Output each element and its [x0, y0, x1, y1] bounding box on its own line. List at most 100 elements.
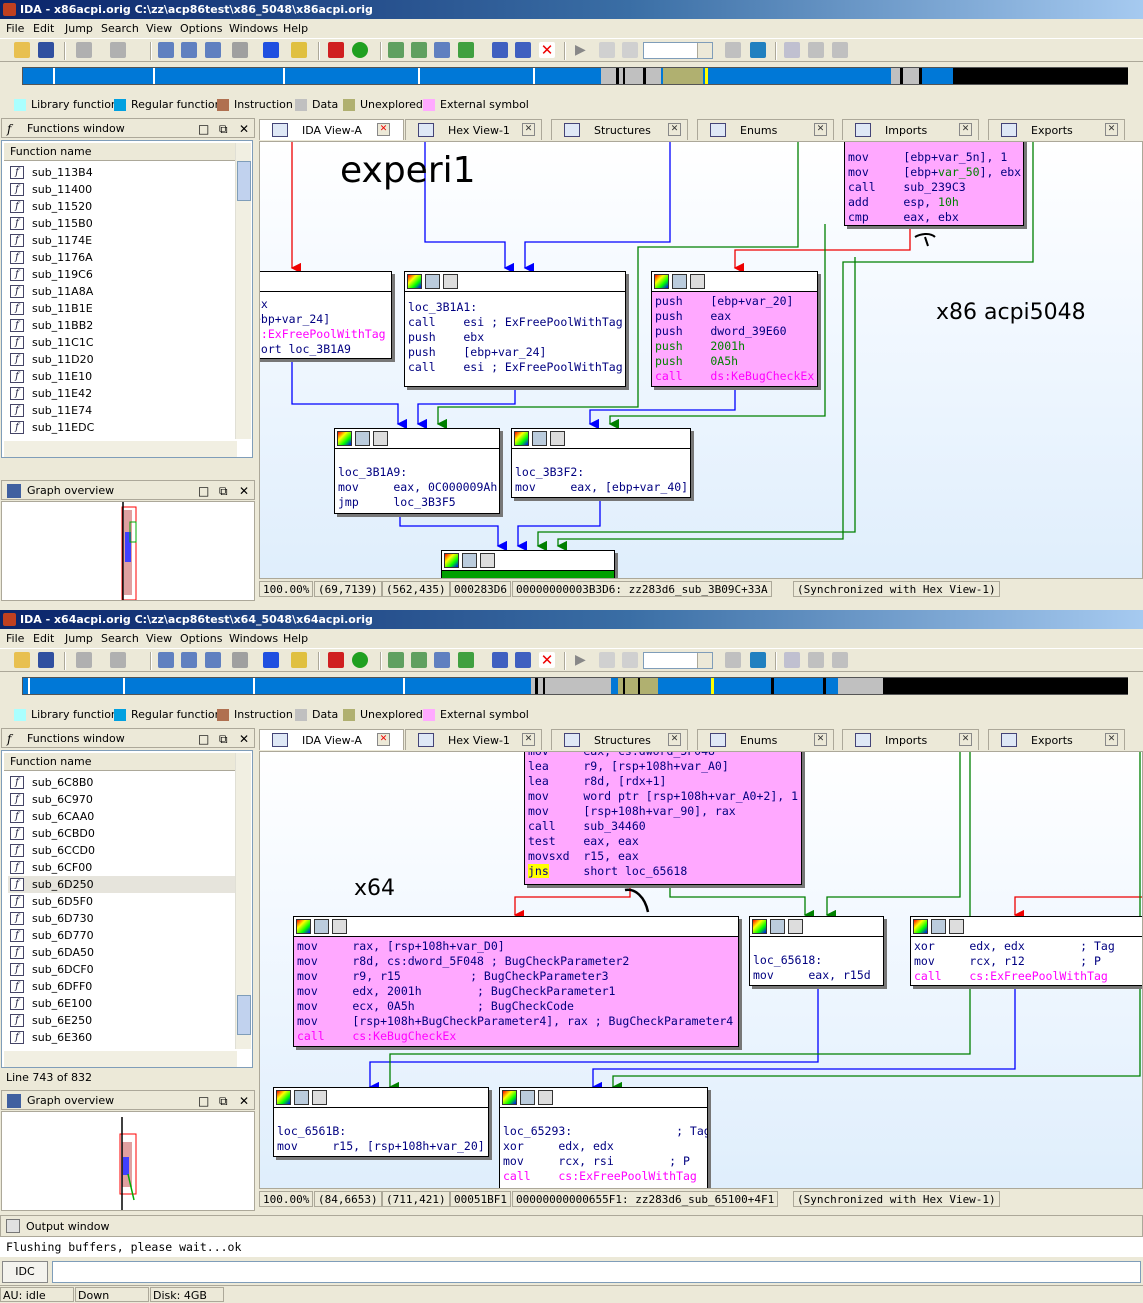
binary-search-icon[interactable]	[158, 42, 174, 58]
functions-list[interactable]: Function name f sub_113B4 f sub_11400 f sub_1…	[1, 140, 253, 458]
enum-icon[interactable]	[492, 42, 508, 58]
function-list-item[interactable]: f sub_6CF00	[8, 859, 238, 876]
function-list-item[interactable]: f sub_1174E	[8, 232, 238, 249]
save-icon[interactable]	[38, 42, 54, 58]
function-list-item[interactable]: f sub_113B4	[8, 164, 238, 181]
tab-enums[interactable]: Enums ✕	[697, 729, 834, 750]
function-list-item[interactable]: f sub_6CBD0	[8, 825, 238, 842]
column-header-function-name[interactable]: Function name	[4, 753, 238, 771]
graph-view[interactable]: experi1 x86 acpi5048 mov [ebp+var_5n], 1…	[259, 141, 1143, 579]
text-search-icon[interactable]	[181, 42, 197, 58]
menu-file[interactable]: File	[6, 19, 24, 38]
menu-windows[interactable]: Windows	[229, 629, 278, 648]
code-block[interactable]: xor edx, edx ; Tag mov rcx, r12 ; P call…	[910, 916, 1142, 986]
stop-script-icon[interactable]	[328, 652, 344, 668]
graph-overview-minimap[interactable]	[2, 502, 254, 601]
tab-close-icon[interactable]: ✕	[377, 733, 390, 746]
tab-imports[interactable]: Imports ✕	[842, 119, 979, 140]
code-block[interactable]: ox ebp+var_24] s:ExFreePoolWithTag hort …	[260, 271, 392, 359]
function-list-item[interactable]: f sub_6E100	[8, 995, 238, 1012]
down-arrow-icon[interactable]	[263, 42, 279, 58]
menu-windows[interactable]: Windows	[229, 19, 278, 38]
run-script-icon[interactable]	[352, 42, 368, 58]
function-list-item[interactable]: f sub_11B1E	[8, 300, 238, 317]
graph-overview-minimap[interactable]	[2, 1112, 254, 1210]
back-arrow-icon[interactable]	[76, 652, 92, 668]
tab-structures[interactable]: Structures ✕	[551, 729, 688, 750]
pause-icon[interactable]	[599, 652, 615, 668]
menu-edit[interactable]: Edit	[33, 19, 54, 38]
attach-icon[interactable]	[725, 42, 741, 58]
float-icon[interactable]: □	[198, 729, 209, 749]
tab-exports[interactable]: Exports ✕	[988, 119, 1125, 140]
delete-breakpoint-icon[interactable]	[832, 652, 848, 668]
menu-view[interactable]: View	[146, 629, 172, 648]
down-arrow-icon[interactable]	[263, 652, 279, 668]
functions-list[interactable]: Function name f sub_6C8B0 f sub_6C970 f sub_6…	[1, 750, 253, 1068]
debugger-select[interactable]	[643, 42, 713, 59]
close-icon[interactable]: ✕	[239, 481, 249, 501]
code-icon[interactable]	[388, 42, 404, 58]
function-list-item[interactable]: f sub_11BB2	[8, 317, 238, 334]
graph-icon[interactable]	[784, 652, 800, 668]
tab-enums[interactable]: Enums ✕	[697, 119, 834, 140]
code-block[interactable]: loc_65618: mov eax, r15d	[749, 916, 884, 986]
close-icon[interactable]: ✕	[239, 119, 249, 139]
function-list-item[interactable]: f sub_11E74	[8, 402, 238, 419]
function-list-item[interactable]: f sub_11D20	[8, 351, 238, 368]
float-icon[interactable]: □	[198, 1091, 209, 1111]
struct-icon[interactable]	[458, 652, 474, 668]
tab-close-icon[interactable]: ✕	[522, 733, 535, 746]
command-input[interactable]	[52, 1261, 1141, 1283]
dock-icon[interactable]: ⧉	[219, 481, 228, 501]
tab-close-icon[interactable]: ✕	[814, 123, 827, 136]
dock-icon[interactable]: ⧉	[219, 729, 228, 749]
code-block[interactable]: loc_3B1A1: call esi ; ExFreePoolWithTag …	[404, 271, 626, 387]
tab-exports[interactable]: Exports ✕	[988, 729, 1125, 750]
stop-icon[interactable]	[622, 652, 638, 668]
debug-icon[interactable]	[291, 42, 307, 58]
debugger-select[interactable]	[643, 652, 713, 669]
tab-ida-view-a[interactable]: IDA View-A ✕	[259, 119, 404, 140]
float-icon[interactable]: □	[198, 481, 209, 501]
menu-help[interactable]: Help	[283, 19, 308, 38]
function-list-item[interactable]: f sub_6E360	[8, 1029, 238, 1046]
stop-script-icon[interactable]	[328, 42, 344, 58]
step-icon[interactable]	[750, 652, 766, 668]
menu-jump[interactable]: Jump	[65, 19, 93, 38]
back-arrow-icon[interactable]	[76, 42, 92, 58]
function-list-item[interactable]: f sub_115B0	[8, 215, 238, 232]
close-icon[interactable]: ✕	[239, 729, 249, 749]
menu-options[interactable]: Options	[180, 629, 222, 648]
debug-icon[interactable]	[291, 652, 307, 668]
menu-edit[interactable]: Edit	[33, 629, 54, 648]
tab-close-icon[interactable]: ✕	[959, 123, 972, 136]
array-icon[interactable]	[515, 42, 531, 58]
function-list-item[interactable]: f sub_11A8A	[8, 283, 238, 300]
breakpoint-icon[interactable]	[808, 652, 824, 668]
open-icon[interactable]	[14, 652, 30, 668]
code-block[interactable]: push [ebp+var_20] push eax push dword_39…	[651, 271, 818, 387]
tab-close-icon[interactable]: ✕	[1105, 123, 1118, 136]
tab-structures[interactable]: Structures ✕	[551, 119, 688, 140]
tab-close-icon[interactable]: ✕	[814, 733, 827, 746]
graph-icon[interactable]	[784, 42, 800, 58]
forward-arrow-icon[interactable]	[110, 652, 126, 668]
idc-button[interactable]: IDC	[2, 1261, 48, 1283]
immediate-search-icon[interactable]	[205, 42, 221, 58]
tab-close-icon[interactable]: ✕	[668, 123, 681, 136]
menu-search[interactable]: Search	[101, 19, 139, 38]
binary-search-icon[interactable]	[158, 652, 174, 668]
tab-close-icon[interactable]: ✕	[959, 733, 972, 746]
function-list-item[interactable]: f sub_6D250	[8, 876, 238, 893]
delete-breakpoint-icon[interactable]	[832, 42, 848, 58]
tab-close-icon[interactable]: ✕	[668, 733, 681, 746]
tab-hex-view[interactable]: Hex View-1 ✕	[405, 119, 542, 140]
function-list-item[interactable]: f sub_11E42	[8, 385, 238, 402]
float-icon[interactable]: □	[198, 119, 209, 139]
ascii-icon[interactable]	[434, 652, 450, 668]
function-list-item[interactable]: f sub_6D5F0	[8, 893, 238, 910]
tab-close-icon[interactable]: ✕	[377, 123, 390, 136]
code-block[interactable]: loc_6561B: mov r15, [rsp+108h+var_20]	[273, 1087, 489, 1157]
function-list-item[interactable]: f sub_11C1C	[8, 334, 238, 351]
